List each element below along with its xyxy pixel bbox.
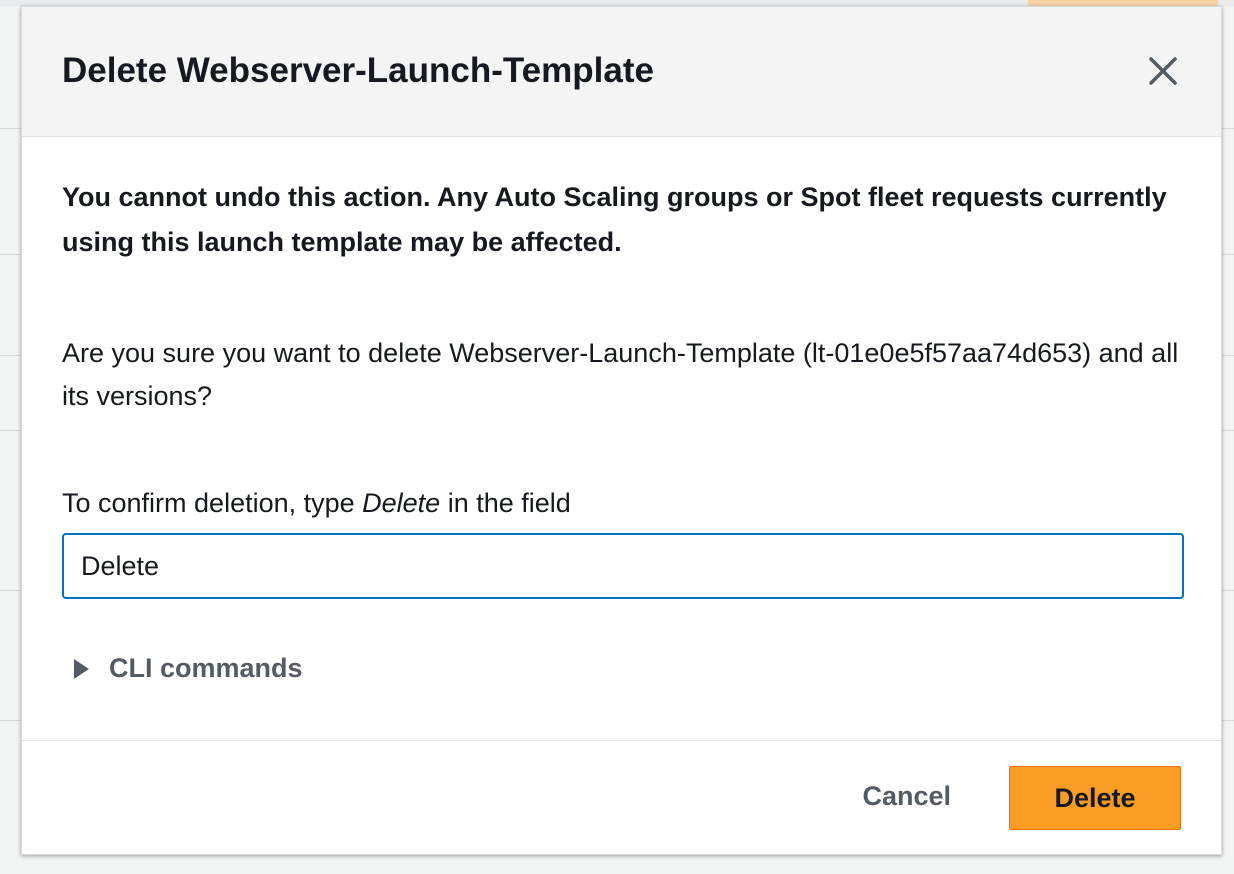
delete-button[interactable]: Delete	[1009, 766, 1181, 830]
confirm-instruction: To confirm deletion, type Delete in the …	[62, 485, 1181, 521]
dialog-body: You cannot undo this action. Any Auto Sc…	[22, 175, 1221, 684]
cli-commands-label: CLI commands	[109, 653, 303, 683]
caret-right-icon	[74, 658, 89, 679]
confirm-delete-input[interactable]	[62, 533, 1184, 599]
warning-text: You cannot undo this action. Any Auto Sc…	[62, 182, 1167, 257]
cli-commands-toggle[interactable]: CLI commands	[62, 653, 1181, 684]
confirm-keyword: Delete	[362, 488, 441, 518]
confirm-instruction-prefix: To confirm deletion, type	[62, 488, 363, 518]
dialog-title: Delete Webserver-Launch-Template	[62, 51, 654, 90]
confirm-instruction-suffix: in the field	[440, 488, 571, 518]
cancel-button[interactable]: Cancel	[862, 781, 951, 812]
delete-template-dialog: Delete Webserver-Launch-Template You can…	[21, 6, 1222, 855]
dialog-header: Delete Webserver-Launch-Template	[22, 7, 1221, 137]
confirmation-question: Are you sure you want to delete Webserve…	[62, 338, 1179, 411]
close-button[interactable]	[1145, 53, 1181, 89]
close-icon	[1149, 57, 1177, 85]
dialog-footer: Cancel Delete	[22, 740, 1221, 854]
